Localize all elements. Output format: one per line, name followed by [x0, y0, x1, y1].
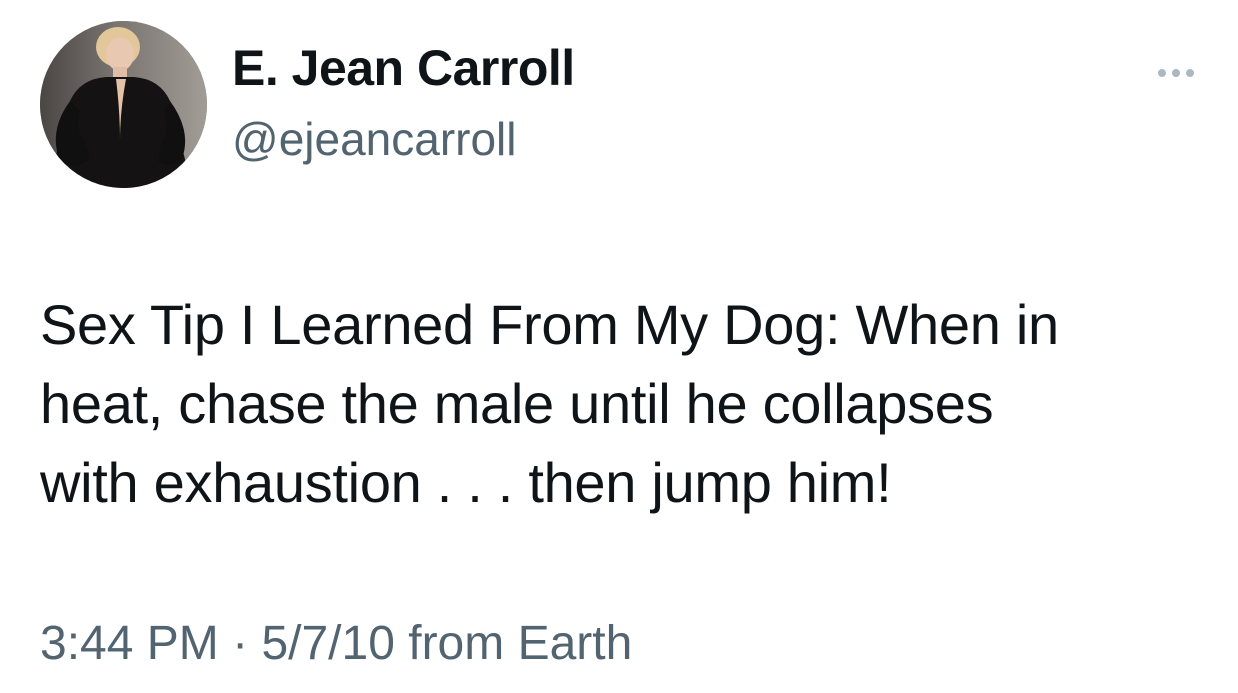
- tweet-card: E. Jean Carroll @ejeancarroll Sex Tip I …: [0, 0, 1238, 693]
- avatar-photo: [40, 21, 207, 188]
- author-display-name[interactable]: E. Jean Carroll: [232, 38, 575, 98]
- more-dot: [1158, 69, 1166, 77]
- tweet-date[interactable]: 5/7/10: [261, 617, 394, 670]
- tweet-metadata: 3:44 PM · 5/7/10 from Earth: [40, 614, 632, 674]
- more-dot: [1172, 69, 1180, 77]
- tweet-time[interactable]: 3:44 PM: [40, 617, 219, 670]
- tweet-source: from Earth: [408, 617, 633, 670]
- more-dot: [1186, 69, 1194, 77]
- author-handle[interactable]: @ejeancarroll: [232, 111, 517, 167]
- more-horizontal-icon[interactable]: [1148, 58, 1204, 88]
- author-avatar[interactable]: [40, 21, 207, 188]
- meta-separator: ·: [232, 617, 249, 670]
- tweet-text: Sex Tip I Learned From My Dog: When in h…: [40, 293, 1059, 514]
